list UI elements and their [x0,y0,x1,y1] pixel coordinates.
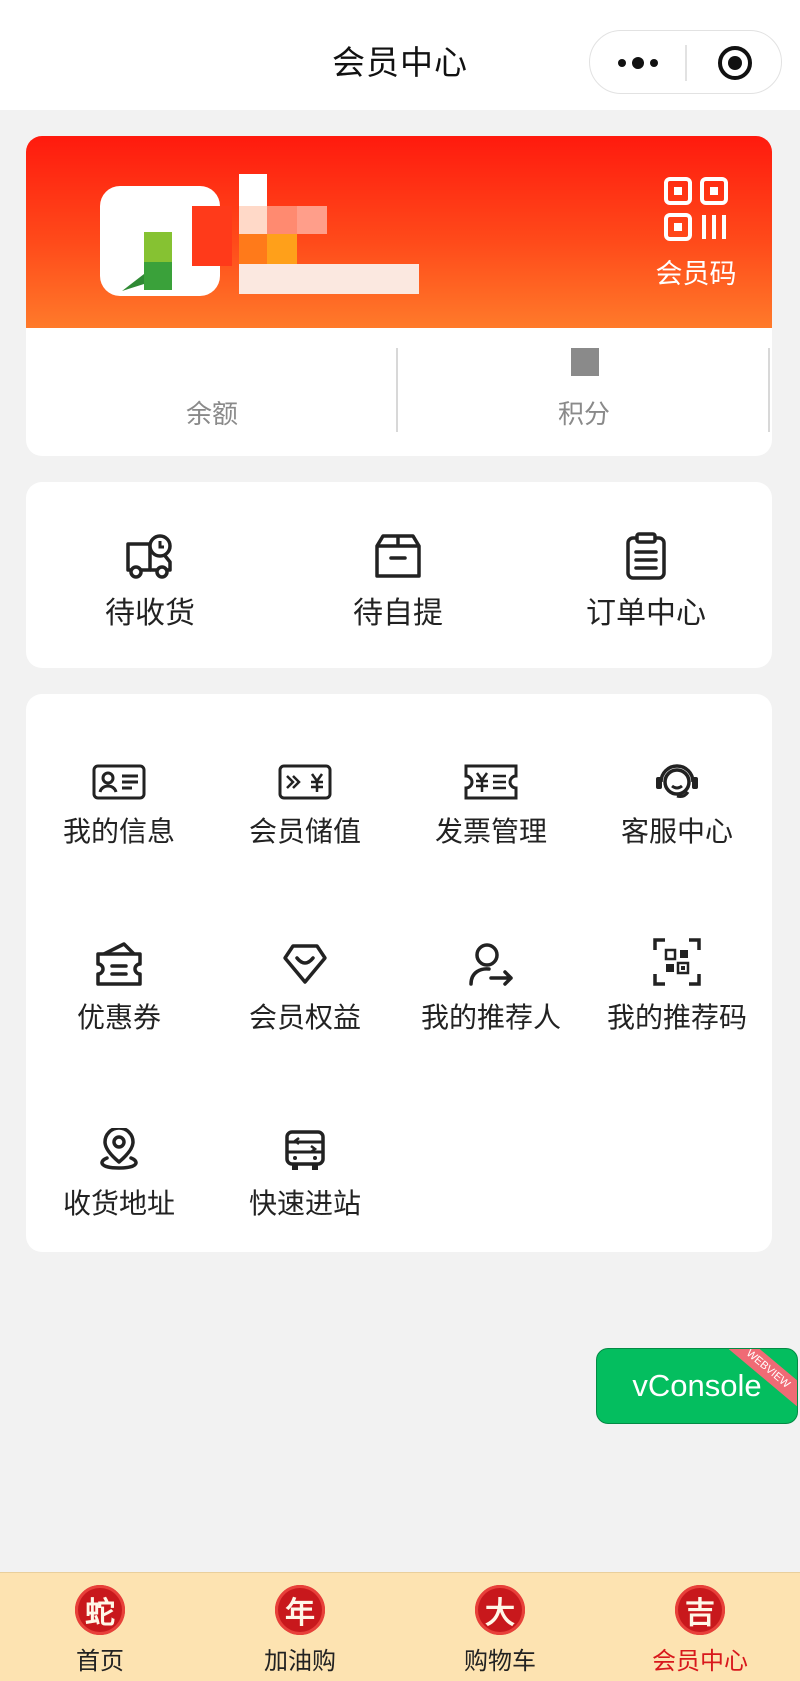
more-button[interactable] [590,31,685,95]
id-card-icon [92,764,146,800]
mini-program-capsule [589,30,782,94]
service-customer-center[interactable]: 客服中心 [584,750,770,860]
service-quick-entry[interactable]: 快速进站 [212,1122,398,1232]
tab-bar: 蛇 首页 年 加油购 大 购物车 吉 会员中心 [0,1572,800,1681]
service-my-info[interactable]: 我的信息 [26,750,212,860]
stored-value-card-icon [278,764,332,800]
username-blurred [239,206,267,234]
tab-home[interactable]: 蛇 首页 [0,1573,200,1681]
service-label: 我的信息 [62,815,175,848]
tab-label: 购物车 [464,1647,536,1675]
service-label: 收货地址 [62,1187,175,1220]
scan-qr-icon [653,938,701,986]
home-tab-icon: 蛇 [75,1585,125,1635]
service-my-referral-code[interactable]: 我的推荐码 [584,936,770,1046]
service-label: 快速进站 [248,1187,361,1220]
member-center-tab-icon: 吉 [675,1585,725,1635]
username-blurred [297,206,327,234]
balance-label: 余额 [185,400,238,430]
service-label: 会员储值 [248,815,361,848]
clipboard-list-icon [626,532,666,580]
username-blurred [267,206,297,234]
service-label: 优惠券 [76,1001,161,1034]
order-label: 待收货 [105,596,195,631]
order-label: 待自提 [353,596,443,631]
member-card: 会员码 余额 积分 [26,136,772,456]
avatar[interactable] [82,166,232,301]
points-value-placeholder [571,348,599,376]
headset-icon [656,764,698,798]
benefit-shield-icon [283,944,327,984]
invoice-ticket-icon [464,764,518,800]
member-stats: 余额 积分 [26,328,772,456]
target-circle-icon [717,46,752,80]
service-member-benefits[interactable]: 会员权益 [212,936,398,1046]
tab-member-center[interactable]: 吉 会员中心 [600,1573,800,1681]
qr-code-icon [664,177,728,241]
order-pending-delivery[interactable]: 待收货 [26,532,274,642]
member-id-blurred [239,264,419,294]
points-stat[interactable]: 积分 [398,328,770,456]
order-label: 订单中心 [586,596,706,631]
service-label: 我的推荐人 [420,1001,561,1034]
username-blurred [239,234,267,264]
service-shipping-address[interactable]: 收货地址 [26,1122,212,1232]
tab-cart[interactable]: 大 购物车 [400,1573,600,1681]
vconsole-label: vConsole [632,1368,762,1403]
close-button[interactable] [687,31,782,95]
package-box-icon [375,534,421,578]
username-blurred [239,174,267,206]
service-grid: 我的信息 会员储值 发票管理 客服中心 优惠券 会员权益 我的推荐人 我的推荐码… [26,694,772,1252]
service-invoice[interactable]: 发票管理 [398,750,584,860]
member-code-label: 会员码 [655,259,737,290]
service-my-referrer[interactable]: 我的推荐人 [398,936,584,1046]
more-dots-icon [617,57,658,69]
points-label: 积分 [557,400,610,430]
vconsole-button[interactable]: vConsole WEBVIEW [596,1348,798,1424]
delivery-truck-icon [126,534,172,579]
member-banner: 会员码 [26,136,772,328]
order-card: 待收货 待自提 订单中心 [26,482,772,668]
username-blurred [267,234,297,264]
location-pin-icon [100,1128,138,1170]
coupon-icon [96,942,142,986]
cart-tab-icon: 大 [475,1585,525,1635]
service-coupon[interactable]: 优惠券 [26,936,212,1046]
service-label: 发票管理 [434,815,547,848]
user-referral-icon [469,943,513,986]
nav-header: 会员中心 [0,0,800,110]
order-pending-pickup[interactable]: 待自提 [274,532,522,642]
order-center[interactable]: 订单中心 [522,532,770,642]
balance-stat[interactable]: 余额 [26,328,398,456]
tab-label: 会员中心 [652,1647,748,1675]
tab-label: 首页 [76,1647,124,1675]
tab-label: 加油购 [264,1647,336,1675]
stat-divider [768,348,770,432]
service-label: 我的推荐码 [606,1001,747,1034]
tab-fuel-shop[interactable]: 年 加油购 [200,1573,400,1681]
avatar-logo-icon [100,186,232,296]
fuel-shop-tab-icon: 年 [275,1585,325,1635]
member-code-button[interactable]: 会员码 [626,176,766,296]
service-label: 客服中心 [620,815,733,848]
service-label: 会员权益 [248,1001,361,1034]
service-stored-value[interactable]: 会员储值 [212,750,398,860]
bus-station-icon [285,1130,325,1170]
